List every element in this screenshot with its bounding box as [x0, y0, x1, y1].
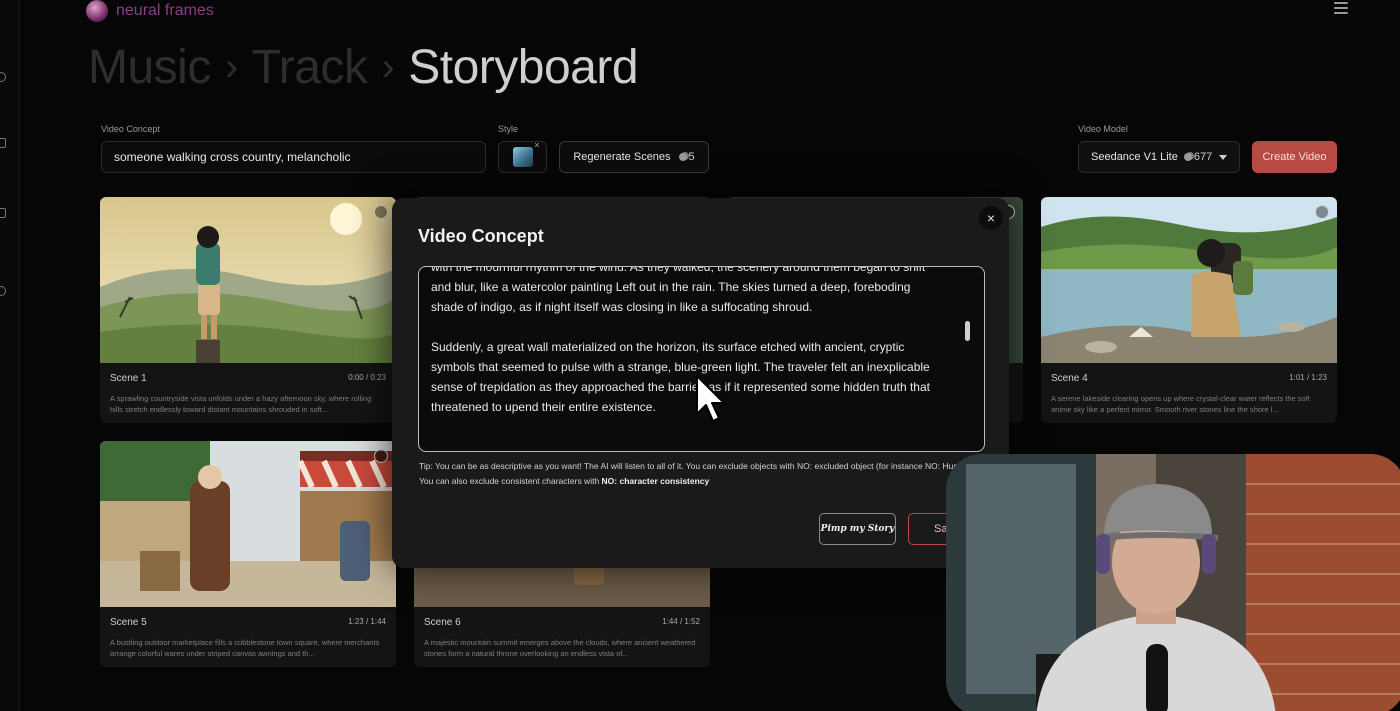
scrollbar-thumb[interactable] [965, 321, 970, 341]
scene-description: A sprawling countryside vista unfolds un… [110, 394, 372, 414]
scene-title: Scene 4 [1051, 373, 1088, 384]
chevron-right-icon: › [224, 45, 238, 89]
coins-icon: 5 [678, 151, 695, 163]
video-concept-value: someone walking cross country, melanchol… [114, 150, 351, 164]
style-thumbnail [512, 140, 540, 167]
pimp-my-story-button[interactable]: Pimp my Story [819, 513, 896, 545]
scene-title: Scene 1 [110, 373, 147, 384]
coins-icon: 677 [1183, 151, 1213, 163]
scene-thumbnail [1041, 197, 1337, 363]
chevron-down-icon [1219, 154, 1227, 160]
scene-description: A serene lakeside clearing opens up wher… [1051, 394, 1310, 414]
video-model-select[interactable]: Seedance V1 Lite 677 [1078, 141, 1240, 173]
scene-thumbnail [100, 197, 396, 363]
scene-description: A bustling outdoor marketplace fills a c… [110, 638, 380, 658]
breadcrumb-track[interactable]: Track [252, 40, 368, 95]
brand-name: neural frames [116, 2, 214, 19]
scene-thumbnail [100, 441, 396, 607]
close-icon[interactable]: × [979, 206, 1003, 230]
scene-description: A majestic mountain summit emerges above… [424, 638, 696, 658]
breadcrumb-music[interactable]: Music [88, 40, 211, 95]
scene-time: 1:44 / 1:52 [662, 617, 700, 626]
chevron-right-icon: › [381, 45, 395, 89]
scene-time: 1:23 / 1:44 [348, 617, 386, 626]
video-concept-textarea[interactable]: with the mournful rhythm of the wind. As… [418, 266, 985, 452]
pimp-label: Pimp my Story [820, 524, 895, 534]
create-video-button[interactable]: Create Video [1252, 141, 1337, 173]
scene-card[interactable]: Scene 4 1:01 / 1:23 A serene lakeside cl… [1041, 197, 1337, 423]
refresh-icon[interactable] [374, 205, 388, 219]
video-concept-input[interactable]: someone walking cross country, melanchol… [101, 141, 486, 173]
refresh-icon[interactable] [374, 449, 388, 463]
neural-frames-logo [86, 0, 108, 22]
concept-paragraph: with the mournful rhythm of the wind. As… [431, 266, 926, 314]
breadcrumb-storyboard: Storyboard [408, 41, 639, 94]
scene-title: Scene 5 [110, 617, 147, 628]
nav-icon-3[interactable] [0, 208, 6, 218]
breadcrumb: Music › Track › Storyboard [88, 40, 639, 95]
scene-time: 1:01 / 1:23 [1289, 373, 1327, 382]
video-model-value: Seedance V1 Lite [1091, 151, 1178, 163]
regenerate-label: Regenerate Scenes [573, 151, 671, 163]
nav-icon-2[interactable] [0, 138, 6, 148]
left-sidebar [0, 0, 20, 711]
mouse-cursor [696, 375, 725, 422]
regenerate-scenes-button[interactable]: Regenerate Scenes 5 [559, 141, 709, 173]
style-button[interactable] [498, 140, 547, 173]
scene-card[interactable]: Scene 5 1:23 / 1:44 A bustling outdoor m… [100, 441, 396, 667]
regenerate-cost: 5 [688, 151, 695, 163]
brand[interactable]: neural frames [86, 0, 214, 22]
refresh-icon[interactable] [1315, 205, 1329, 219]
video-concept-label: Video Concept [101, 124, 160, 134]
style-label: Style [498, 124, 519, 134]
scene-card[interactable]: Scene 1 0:00 / 0:23 A sprawling countrys… [100, 197, 396, 423]
tip-text: Tip: You can be as descriptive as you wa… [419, 459, 984, 489]
webcam-overlay [946, 454, 1400, 711]
tip-bold: NO: character consistency [601, 476, 710, 486]
video-model-label: Video Model [1078, 124, 1128, 134]
credit-count: 677 [1193, 151, 1213, 163]
app-page: neural frames Music › Track › Storyboard… [0, 0, 1400, 711]
nav-icon-1[interactable] [0, 72, 6, 82]
concept-paragraph: Suddenly, a great wall materialized on t… [431, 340, 930, 414]
modal-title: Video Concept [418, 226, 544, 246]
hamburger-icon[interactable] [1334, 2, 1348, 14]
nav-icon-4[interactable] [0, 286, 6, 296]
scene-title: Scene 6 [424, 617, 461, 628]
scene-time: 0:00 / 0:23 [348, 373, 386, 382]
